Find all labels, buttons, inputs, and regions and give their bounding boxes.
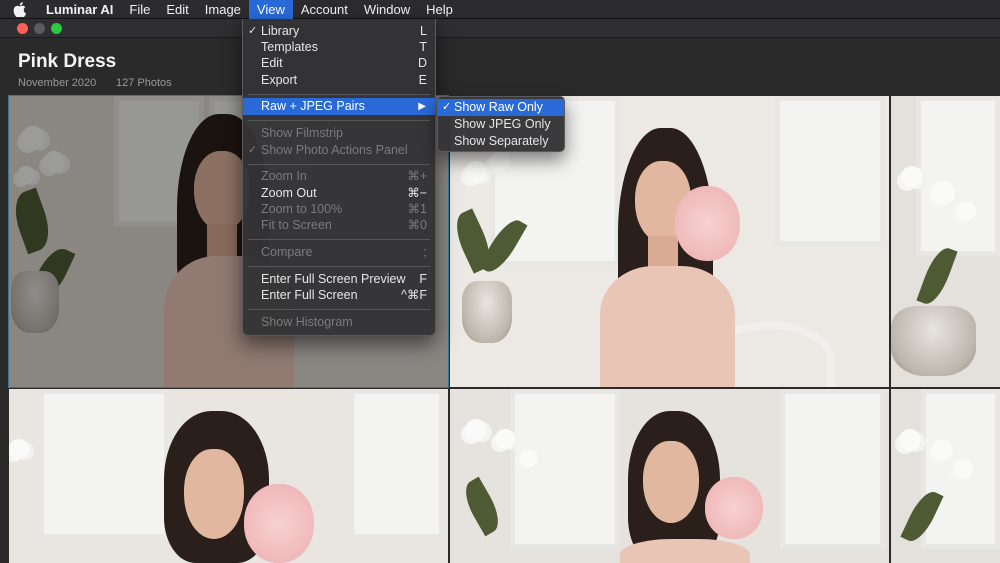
menu-separator	[248, 266, 430, 267]
menu-separator	[248, 309, 430, 310]
menu-item-enter-full-screen-preview[interactable]: Enter Full Screen Preview F	[243, 271, 435, 288]
shortcut-label: ;	[423, 245, 427, 259]
menu-edit[interactable]: Edit	[158, 0, 196, 19]
menu-item-label: Zoom to 100%	[261, 202, 343, 216]
shortcut-label: ⌘1	[407, 202, 427, 216]
fullscreen-window-button[interactable]	[51, 23, 62, 34]
shortcut-label: ⌘+	[407, 169, 427, 183]
menu-item-library[interactable]: ✓ Library L	[243, 23, 435, 40]
photo-thumbnail[interactable]	[9, 389, 448, 563]
menu-item-templates[interactable]: Templates T	[243, 39, 435, 56]
album-header: Pink Dress November 2020 127 Photos	[0, 38, 1000, 96]
photo-thumbnail[interactable]	[891, 96, 1000, 387]
menu-item-zoom-to-100: Zoom to 100% ⌘1	[243, 201, 435, 218]
menu-item-label: Library	[261, 24, 300, 38]
menu-item-label: Show Separately	[454, 134, 549, 148]
menu-item-enter-full-screen[interactable]: Enter Full Screen ^⌘F	[243, 287, 435, 304]
menu-account[interactable]: Account	[293, 0, 356, 19]
apple-logo-icon[interactable]	[0, 0, 38, 19]
menu-item-label: Fit to Screen	[261, 218, 332, 232]
menu-item-label: Templates	[261, 40, 318, 54]
view-menu-dropdown: ✓ Library L Templates T Edit D Export E …	[242, 19, 436, 336]
menu-item-edit[interactable]: Edit D	[243, 55, 435, 72]
menu-item-label: Show Histogram	[261, 315, 353, 329]
menu-item-label: Raw + JPEG Pairs	[261, 99, 365, 113]
menu-item-label: Enter Full Screen Preview	[261, 272, 406, 286]
shortcut-label: ⌘−	[407, 186, 427, 200]
menu-item-zoom-out[interactable]: Zoom Out ⌘−	[243, 185, 435, 202]
close-window-button[interactable]	[17, 23, 28, 34]
menu-item-label: Show Photo Actions Panel	[261, 143, 408, 157]
shortcut-label: ⌘0	[407, 218, 427, 232]
menu-bar: Luminar AI File Edit Image View Account …	[0, 0, 1000, 19]
raw-jpeg-submenu: ✓ Show Raw Only Show JPEG Only Show Sepa…	[437, 96, 565, 152]
menu-item-show-photo-actions-panel: ✓ Show Photo Actions Panel	[243, 142, 435, 159]
menu-image[interactable]: Image	[197, 0, 249, 19]
menu-luminar-ai[interactable]: Luminar AI	[38, 0, 121, 19]
photo-thumbnail[interactable]	[450, 389, 889, 563]
checkmark-icon: ✓	[442, 101, 452, 113]
menu-separator	[248, 239, 430, 240]
menu-item-label: Enter Full Screen	[261, 288, 358, 302]
submenu-item-show-jpeg-only[interactable]: Show JPEG Only	[438, 116, 564, 133]
menu-view[interactable]: View	[248, 0, 293, 19]
menu-item-export[interactable]: Export E	[243, 72, 435, 89]
menu-item-raw-jpeg-pairs[interactable]: Raw + JPEG Pairs ▶	[243, 98, 435, 115]
menu-item-label: Show Filmstrip	[261, 126, 343, 140]
minimize-window-button[interactable]	[34, 23, 45, 34]
menu-item-show-filmstrip: Show Filmstrip	[243, 125, 435, 142]
photo-count: 127 Photos	[116, 77, 172, 89]
menu-separator	[248, 94, 430, 95]
album-title: Pink Dress	[18, 51, 117, 72]
menu-item-label: Show JPEG Only	[454, 117, 551, 131]
submenu-item-show-separately[interactable]: Show Separately	[438, 133, 564, 150]
menu-window[interactable]: Window	[356, 0, 418, 19]
menu-item-label: Zoom In	[261, 169, 307, 183]
menu-help[interactable]: Help	[418, 0, 461, 19]
photo-thumbnail[interactable]	[891, 389, 1000, 563]
menu-file[interactable]: File	[121, 0, 158, 19]
menu-item-fit-to-screen: Fit to Screen ⌘0	[243, 217, 435, 234]
menu-item-label: Show Raw Only	[454, 100, 543, 114]
album-date: November 2020	[18, 77, 97, 89]
menu-separator	[248, 164, 430, 165]
shortcut-label: ^⌘F	[400, 288, 427, 302]
shortcut-label: L	[420, 24, 427, 38]
checkmark-icon: ✓	[248, 144, 258, 156]
shortcut-label: T	[419, 40, 427, 54]
shortcut-label: D	[417, 56, 427, 70]
submenu-arrow-icon: ▶	[418, 101, 426, 112]
menu-item-zoom-in: Zoom In ⌘+	[243, 168, 435, 185]
menu-item-compare: Compare ;	[243, 244, 435, 261]
menu-item-label: Zoom Out	[261, 186, 317, 200]
shortcut-label: F	[419, 272, 427, 286]
submenu-item-show-raw-only[interactable]: ✓ Show Raw Only	[438, 99, 564, 116]
menu-item-label: Compare	[261, 245, 313, 259]
window-titlebar	[0, 19, 1000, 38]
menu-item-label: Export	[261, 73, 298, 87]
menu-item-label: Edit	[261, 56, 283, 70]
checkmark-icon: ✓	[248, 25, 258, 37]
menu-item-show-histogram: Show Histogram	[243, 314, 435, 331]
shortcut-label: E	[418, 73, 427, 87]
menu-separator	[248, 120, 430, 121]
